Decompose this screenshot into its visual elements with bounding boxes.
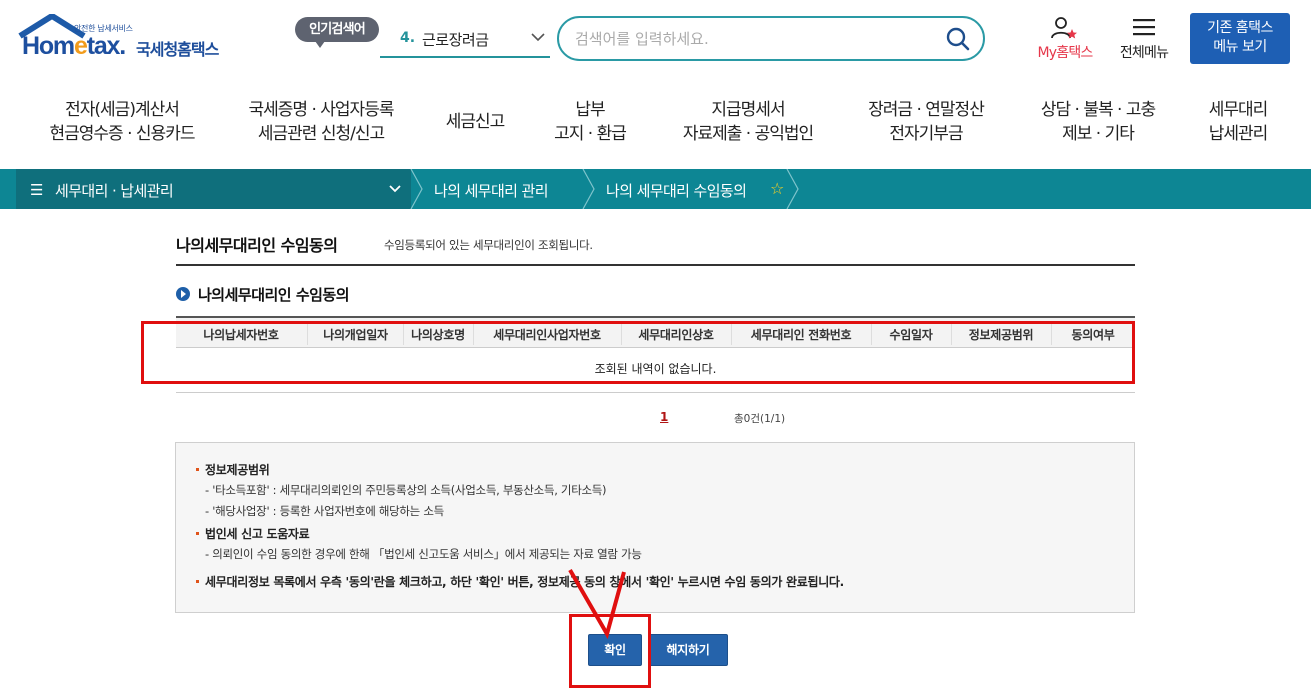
info-line-business-site: - '해당사업장' : 등록한 사업자번호에 해당하는 소득 (205, 504, 444, 518)
breadcrumb-separator-icon (410, 169, 423, 209)
annotation-arrow-icon (568, 568, 626, 640)
terminate-button[interactable]: 해지하기 (648, 634, 728, 666)
hamburger-icon[interactable]: ☰ (30, 181, 43, 199)
page-description: 수임등록되어 있는 세무대리인이 조회됩니다. (384, 238, 593, 252)
pagination-total: 총0건(1/1) (734, 413, 786, 425)
gnb-item-counsel[interactable]: 상담 · 불복 · 고충 제보 · 기타 (1026, 98, 1170, 146)
search-icon (946, 27, 970, 51)
header: 안전한 납세서비스 Hometax. 국세청홈택스 인기검색어 4. 근로장려금… (0, 0, 1311, 78)
table-bottom-border (176, 392, 1135, 393)
info-line-corporate-tax: - 의뢰인이 수임 동의한 경우에 한해 「법인세 신고도움 서비스」에서 제공… (205, 547, 642, 561)
popular-search-badge: 인기검색어 (295, 17, 379, 48)
full-menu-label: 전체메뉴 (1119, 45, 1169, 61)
old-menu-line1: 기존 홈택스 (1207, 20, 1273, 36)
old-menu-line2: 메뉴 보기 (1213, 39, 1267, 55)
old-hometax-menu-button[interactable]: 기존 홈택스 메뉴 보기 (1190, 13, 1290, 64)
hamburger-menu-icon (1133, 19, 1155, 36)
breadcrumb-separator-icon (786, 169, 799, 209)
info-notice-box: 정보제공범위 - '타소득포함' : 세무대리의뢰인의 주민등록상의 소득(사업… (175, 442, 1135, 613)
title-divider (176, 264, 1135, 266)
search-button[interactable] (945, 26, 971, 52)
gnb-item-payment[interactable]: 납부 고지 · 환급 (540, 98, 640, 146)
gnb-item-e-invoice[interactable]: 전자(세금)계산서 현금영수증 · 신용카드 (36, 98, 208, 146)
popular-rank: 4. (400, 30, 416, 46)
user-star-icon (1051, 17, 1077, 39)
pagination-page-1[interactable]: 1 (660, 410, 668, 424)
popular-term: 근로장려금 (422, 31, 489, 49)
logo-korean-name: 국세청홈택스 (136, 40, 219, 59)
breadcrumb-level2[interactable]: 나의 세무대리 관리 (434, 180, 549, 201)
info-heading-corporate-tax: 법인세 신고 도움자료 (205, 527, 310, 541)
search-input[interactable] (575, 27, 915, 51)
chevron-down-icon[interactable] (387, 181, 403, 197)
gnb-item-payment-statement[interactable]: 지급명세서 자료제출 · 공익법인 (670, 98, 826, 146)
info-bullet-icon (196, 468, 199, 471)
gnb-item-certificate[interactable]: 국세증명 · 사업자등록 세금관련 신청/신고 (236, 98, 406, 146)
annotation-highlight-table (141, 321, 1135, 384)
section-title: 나의세무대리인 수임동의 (198, 286, 350, 304)
info-heading-scope: 정보제공범위 (205, 463, 270, 477)
chevron-down-icon (531, 33, 545, 42)
full-menu-button[interactable]: 전체메뉴 (1112, 16, 1176, 66)
info-heading-instruction: 세무대리정보 목록에서 우측 '동의'란을 체크하고, 하단 '확인' 버튼, … (205, 575, 844, 589)
gnb-item-tax-filing[interactable]: 세금신고 (430, 110, 520, 134)
hometax-logo[interactable]: 안전한 납세서비스 Hometax. 국세청홈택스 (16, 14, 236, 66)
search-box (557, 16, 985, 61)
breadcrumb: ☰ 세무대리 · 납세관리 나의 세무대리 관리 나의 세무대리 수임동의 ☆ (0, 169, 1311, 209)
gnb-item-tax-agent[interactable]: 세무대리 납세관리 (1196, 98, 1280, 146)
favorite-star-icon[interactable]: ☆ (770, 179, 784, 198)
section-bullet-icon (176, 287, 190, 301)
logo-wordmark: Hometax. (22, 32, 126, 60)
my-hometax-link[interactable]: My홈택스 (1030, 16, 1100, 66)
breadcrumb-separator-icon (582, 169, 595, 209)
info-bullet-icon (196, 532, 199, 535)
popular-search-select[interactable]: 4. 근로장려금 (380, 22, 550, 58)
page-title: 나의세무대리인 수임동의 (176, 236, 338, 255)
breadcrumb-level3[interactable]: 나의 세무대리 수임동의 (606, 180, 747, 201)
info-bullet-icon (196, 580, 199, 583)
my-hometax-label: My홈택스 (1037, 45, 1093, 61)
breadcrumb-root[interactable]: 세무대리 · 납세관리 (55, 180, 174, 201)
gnb-item-incentive[interactable]: 장려금 · 연말정산 전자기부금 (855, 98, 997, 146)
info-line-other-income: - '타소득포함' : 세무대리의뢰인의 주민등록상의 소득(사업소득, 부동산… (205, 483, 607, 497)
global-navigation: 전자(세금)계산서 현금영수증 · 신용카드 국세증명 · 사업자등록 세금관련… (0, 90, 1311, 156)
